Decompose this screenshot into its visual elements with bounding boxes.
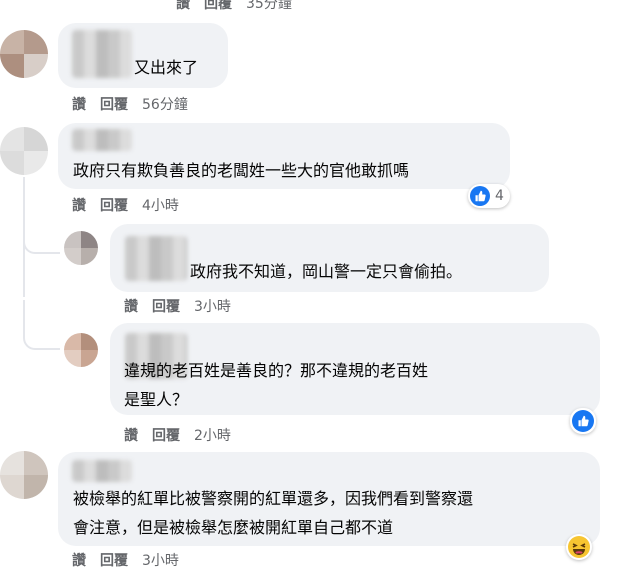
timestamp[interactable]: 3小時 (194, 296, 231, 316)
comment-text: 又出來了 (134, 58, 199, 77)
timestamp[interactable]: 35分鐘 (246, 0, 292, 13)
reply-link[interactable]: 回覆 (204, 0, 232, 13)
commenter-name[interactable] (72, 30, 132, 78)
comment-text: 政府只有欺負善良的老闆姓一些大的官他敢抓嗎 (73, 161, 410, 180)
comment-text: 被檢舉的紅單比被警察開的紅單還多，因我們看到警察還 會注意，但是被檢舉怎麼被開紅… (73, 489, 474, 537)
reply-link[interactable]: 回覆 (100, 550, 128, 570)
comment-actions: 讚 回覆 56分鐘 (72, 94, 188, 114)
haha-icon (568, 536, 590, 558)
comment-text: 違規的老百姓是善良的？那不違規的老百姓 是聖人？ (124, 361, 429, 409)
like-link[interactable]: 讚 (72, 550, 86, 570)
avatar[interactable] (64, 333, 98, 367)
thread-connector (23, 210, 60, 254)
timestamp[interactable]: 4小時 (142, 195, 179, 215)
comment-actions: 讚 回覆 2小時 (124, 425, 231, 445)
reaction-count: 4 (495, 188, 504, 204)
like-icon (470, 186, 490, 206)
like-link[interactable]: 讚 (72, 195, 86, 215)
reply-link[interactable]: 回覆 (152, 296, 180, 316)
timestamp[interactable]: 2小時 (194, 425, 231, 445)
reaction-summary[interactable]: 4 (468, 184, 510, 208)
comment-actions: 讚 回覆 3小時 (124, 296, 231, 316)
comment-actions: 讚 回覆 4小時 (72, 195, 179, 215)
timestamp[interactable]: 3小時 (142, 550, 179, 570)
commenter-name[interactable] (125, 236, 187, 281)
reaction-summary[interactable] (570, 408, 596, 434)
like-link[interactable]: 讚 (124, 425, 138, 445)
avatar[interactable] (0, 30, 48, 78)
comment-actions: 讚 回覆 3小時 (72, 550, 179, 570)
thread-connector (23, 300, 60, 350)
reply-link[interactable]: 回覆 (152, 425, 180, 445)
comment-actions-top: 讚 回覆 35分鐘 (176, 0, 292, 13)
like-link[interactable]: 讚 (176, 0, 190, 13)
like-icon (572, 410, 594, 432)
reply-link[interactable]: 回覆 (100, 94, 128, 114)
timestamp[interactable]: 56分鐘 (142, 94, 188, 114)
commenter-name[interactable] (72, 460, 132, 482)
avatar[interactable] (0, 451, 48, 499)
avatar[interactable] (64, 231, 98, 265)
commenter-name[interactable] (72, 129, 132, 151)
reply-link[interactable]: 回覆 (100, 195, 128, 215)
like-link[interactable]: 讚 (124, 296, 138, 316)
comment-text: 政府我不知道，岡山警一定只會偷拍。 (190, 262, 463, 281)
reaction-summary[interactable] (566, 534, 592, 560)
like-link[interactable]: 讚 (72, 94, 86, 114)
avatar[interactable] (0, 127, 48, 175)
